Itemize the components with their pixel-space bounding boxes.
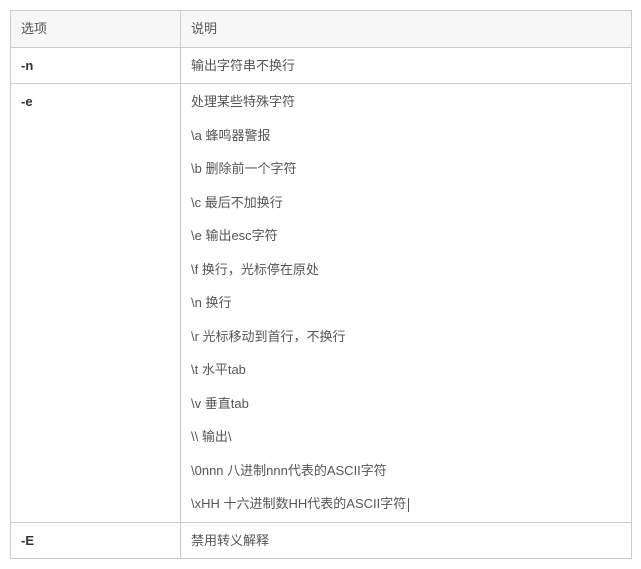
esc-item: \r 光标移动到首行，不换行 (191, 327, 621, 347)
esc-item: \\ 输出\ (191, 427, 621, 447)
table-row: -E 禁用转义解释 (11, 522, 632, 559)
desc-intro: 处理某些特殊字符 (191, 92, 621, 112)
esc-item: \v 垂直tab (191, 394, 621, 414)
esc-item: \e 输出esc字符 (191, 226, 621, 246)
esc-item: \0nnn 八进制nnn代表的ASCII字符 (191, 461, 621, 481)
desc-cell-n: 输出字符串不换行 (181, 47, 632, 84)
esc-item: \xHH 十六进制数HH代表的ASCII字符 (191, 494, 621, 514)
esc-item: \c 最后不加换行 (191, 193, 621, 213)
desc-cell-E: 禁用转义解释 (181, 522, 632, 559)
text-cursor-icon (408, 498, 409, 512)
table-row: -n 输出字符串不换行 (11, 47, 632, 84)
esc-item: \a 蜂鸣器警报 (191, 126, 621, 146)
esc-item: \f 换行，光标停在原处 (191, 260, 621, 280)
esc-item: \n 换行 (191, 293, 621, 313)
option-cell-e: -e (11, 84, 181, 523)
options-table: 选项 说明 -n 输出字符串不换行 -e 处理某些特殊字符 \a 蜂鸣器警报 \… (10, 10, 632, 559)
option-cell-E: -E (11, 522, 181, 559)
header-description: 说明 (181, 11, 632, 48)
esc-item: \b 删除前一个字符 (191, 159, 621, 179)
esc-item: \t 水平tab (191, 360, 621, 380)
desc-cell-e: 处理某些特殊字符 \a 蜂鸣器警报 \b 删除前一个字符 \c 最后不加换行 \… (181, 84, 632, 523)
option-cell-n: -n (11, 47, 181, 84)
table-row: -e 处理某些特殊字符 \a 蜂鸣器警报 \b 删除前一个字符 \c 最后不加换… (11, 84, 632, 523)
table-header-row: 选项 说明 (11, 11, 632, 48)
header-option: 选项 (11, 11, 181, 48)
